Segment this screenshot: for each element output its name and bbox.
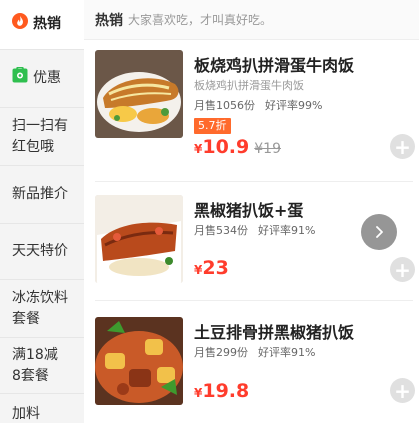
- chevron-right-icon: [376, 226, 383, 238]
- plus-icon: +: [394, 378, 411, 403]
- item-name: 土豆排骨拼黑椒猪扒饭: [194, 323, 355, 342]
- menu-item[interactable]: 黑椒猪扒饭+蛋 月售534份 好评率91% ¥23 +: [95, 195, 415, 301]
- sidebar-item-scan[interactable]: 扫一扫有 红包哦: [0, 108, 84, 166]
- section-description: 大家喜欢吃，才叫真好吃。: [128, 13, 273, 27]
- flame-icon: [12, 13, 28, 36]
- section-title: 热销: [95, 12, 123, 29]
- sidebar-item-label: 天天特价: [12, 243, 68, 259]
- item-price: ¥23: [194, 257, 229, 279]
- item-price: ¥10.9 ¥19: [194, 136, 281, 158]
- item-name: 板烧鸡扒拼滑蛋牛肉饭: [194, 56, 355, 75]
- add-to-cart-button[interactable]: +: [390, 134, 415, 159]
- price-value: 23: [202, 257, 229, 279]
- price-value: 10.9: [202, 136, 250, 158]
- next-button[interactable]: [361, 214, 397, 250]
- item-stats: 月售534份 好评率91%: [194, 222, 315, 238]
- sidebar-item-label: 加料: [12, 406, 40, 422]
- item-name: 黑椒猪扒饭+蛋: [194, 201, 304, 220]
- monthly-sales: 月售1056份: [194, 99, 255, 112]
- sidebar-item-extras[interactable]: 加料: [0, 394, 84, 423]
- menu-item[interactable]: 板烧鸡扒拼滑蛋牛肉饭 板烧鸡扒拼滑蛋牛肉饭 月售1056份 好评率99% 5.7折…: [95, 50, 415, 182]
- discount-icon: [12, 66, 28, 90]
- rating: 好评率91%: [258, 346, 316, 359]
- sidebar-item-label: 冰冻饮料 套餐: [12, 289, 68, 327]
- monthly-sales: 月售534份: [194, 224, 248, 237]
- rating: 好评率99%: [265, 99, 323, 112]
- plus-icon: +: [394, 134, 411, 159]
- item-price: ¥19.8: [194, 380, 249, 402]
- sidebar-item-daily-deal[interactable]: 天天特价: [0, 224, 84, 280]
- item-subtitle: 板烧鸡扒拼滑蛋牛肉饭: [194, 79, 304, 92]
- sidebar-item-discount[interactable]: 优惠: [0, 50, 84, 108]
- app-root: 热销 优惠 扫一扫有 红包哦 新品推介 天天特价 冰冻饮料 套餐 满18减 8套…: [0, 0, 419, 423]
- sidebar-item-label: 新品推介: [12, 186, 68, 202]
- monthly-sales: 月售299份: [194, 346, 248, 359]
- item-stats: 月售299份 好评率91%: [194, 344, 315, 360]
- discount-badge: 5.7折: [194, 118, 231, 134]
- sidebar-item-label: 扫一扫有 红包哦: [12, 117, 68, 155]
- food-image: [95, 317, 183, 405]
- menu-list: 热销 大家喜欢吃，才叫真好吃。 板烧鸡扒拼滑蛋牛肉饭 板烧鸡扒拼滑蛋牛肉饭 月售…: [84, 0, 419, 423]
- sidebar-item-label: 热销: [33, 16, 61, 32]
- add-to-cart-button[interactable]: +: [390, 378, 415, 403]
- original-price: ¥19: [254, 141, 281, 157]
- sidebar-item-label: 满18减 8套餐: [12, 346, 58, 384]
- menu-item[interactable]: 土豆排骨拼黑椒猪扒饭 月售299份 好评率91% ¥19.8 +: [95, 317, 415, 423]
- sidebar-item-new[interactable]: 新品推介: [0, 166, 84, 224]
- item-stats: 月售1056份 好评率99%: [194, 97, 322, 113]
- rating: 好评率91%: [258, 224, 316, 237]
- food-image: [95, 50, 183, 138]
- plus-icon: +: [394, 257, 411, 282]
- sidebar-item-hot[interactable]: 热销: [0, 0, 84, 50]
- sidebar-item-label: 优惠: [33, 70, 61, 86]
- category-sidebar: 热销 优惠 扫一扫有 红包哦 新品推介 天天特价 冰冻饮料 套餐 满18减 8套…: [0, 0, 84, 423]
- sidebar-item-drinks[interactable]: 冰冻饮料 套餐: [0, 280, 84, 338]
- section-header: 热销 大家喜欢吃，才叫真好吃。: [84, 0, 419, 40]
- sidebar-item-combo[interactable]: 满18减 8套餐: [0, 338, 84, 394]
- add-to-cart-button[interactable]: +: [390, 257, 415, 282]
- food-image: [95, 195, 183, 283]
- price-value: 19.8: [202, 380, 250, 402]
